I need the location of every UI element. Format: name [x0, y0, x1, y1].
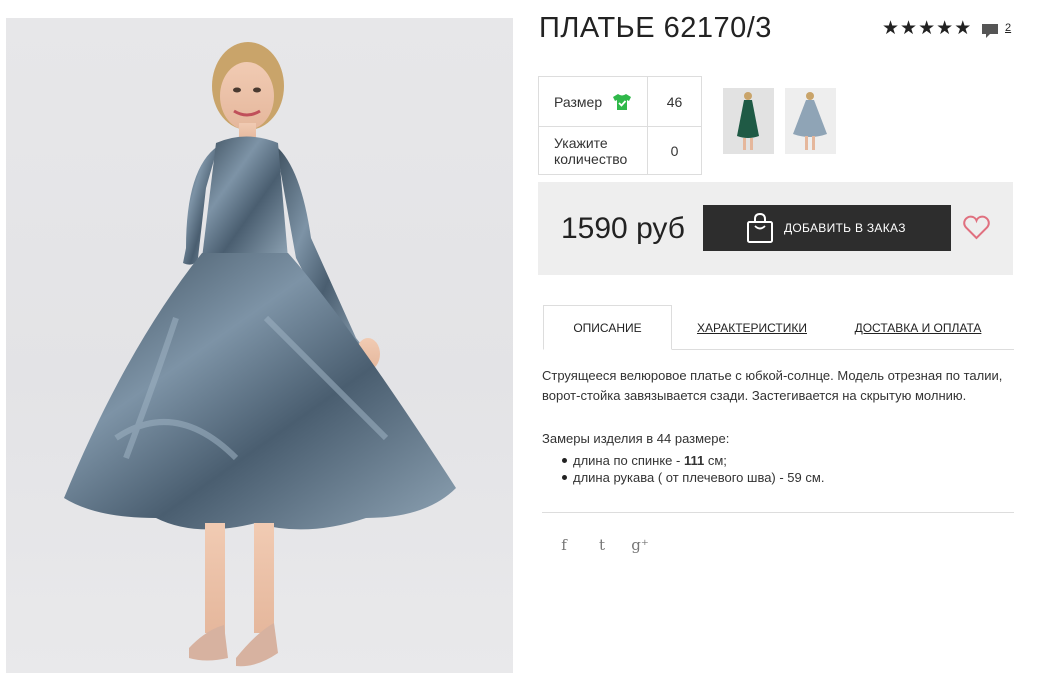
tab-delivery-payment[interactable]: ДОСТАВКА И ОПЛАТА — [854, 305, 982, 350]
thumbnail-green-dress[interactable] — [723, 88, 774, 154]
rating-stars[interactable]: ★ ★ ★ ★ ★ — [882, 18, 971, 38]
quantity-label: Укажите количество — [539, 127, 648, 175]
product-options-table: Размер 46 Укажите количество 0 — [538, 76, 702, 175]
star-icon[interactable]: ★ — [918, 18, 935, 38]
shopping-bag-icon — [747, 212, 773, 243]
star-icon[interactable]: ★ — [882, 18, 899, 38]
product-price: 1590 руб — [561, 212, 685, 245]
divider — [542, 512, 1014, 513]
thumbnail-image — [723, 88, 774, 154]
tab-characteristics[interactable]: ХАРАКТЕРИСТИКИ — [693, 305, 811, 350]
measure-text: длина рукава ( от плечевого шва) - 59 см… — [573, 470, 825, 485]
bullet-icon — [562, 458, 567, 463]
tab-description[interactable]: ОПИСАНИЕ — [543, 305, 672, 350]
quantity-row: Укажите количество 0 — [539, 126, 701, 175]
star-icon[interactable]: ★ — [900, 18, 917, 38]
measure-text: длина по спинке - 111 см; — [573, 453, 727, 468]
quantity-input[interactable]: 0 — [648, 127, 701, 175]
dress-model-illustration — [64, 42, 456, 667]
tshirt-check-icon[interactable] — [612, 93, 632, 111]
main-product-photo[interactable] — [6, 18, 513, 673]
star-icon[interactable]: ★ — [936, 18, 953, 38]
list-item: длина по спинке - 111 см; — [562, 452, 824, 469]
comments-count-link[interactable]: 2 — [1005, 22, 1011, 34]
price-bar: 1590 руб ДОБАВИТЬ В ЗАКАЗ — [538, 182, 1013, 275]
star-icon[interactable]: ★ — [954, 18, 971, 38]
measures-list: длина по спинке - 111 см; длина рукава (… — [562, 452, 824, 486]
product-tabs: ОПИСАНИЕ ХАРАКТЕРИСТИКИ ДОСТАВКА И ОПЛАТ… — [543, 305, 1014, 350]
twitter-icon[interactable]: t — [593, 536, 611, 554]
size-value[interactable]: 46 — [648, 77, 701, 126]
measures-title: Замеры изделия в 44 размере: — [542, 431, 730, 446]
facebook-icon[interactable]: f — [555, 536, 573, 554]
list-item: длина рукава ( от плечевого шва) - 59 см… — [562, 469, 824, 486]
product-title: ПЛАТЬЕ 62170/3 — [539, 12, 772, 44]
social-share: f t g⁺ — [555, 536, 649, 554]
thumbnail-image — [785, 88, 836, 154]
speech-bubble-icon[interactable] — [981, 22, 999, 40]
google-plus-icon[interactable]: g⁺ — [631, 536, 649, 554]
size-label: Размер — [554, 93, 603, 110]
add-to-order-label: ДОБАВИТЬ В ЗАКАЗ — [784, 221, 906, 235]
product-description: Струящееся велюровое платье с юбкой-солн… — [542, 368, 1003, 403]
size-row: Размер 46 — [539, 77, 701, 126]
bullet-icon — [562, 475, 567, 480]
add-to-order-button[interactable]: ДОБАВИТЬ В ЗАКАЗ — [703, 205, 951, 251]
heart-icon[interactable] — [963, 215, 990, 240]
thumbnail-gray-dress[interactable] — [785, 88, 836, 154]
size-label-cell: Размер — [539, 77, 648, 126]
